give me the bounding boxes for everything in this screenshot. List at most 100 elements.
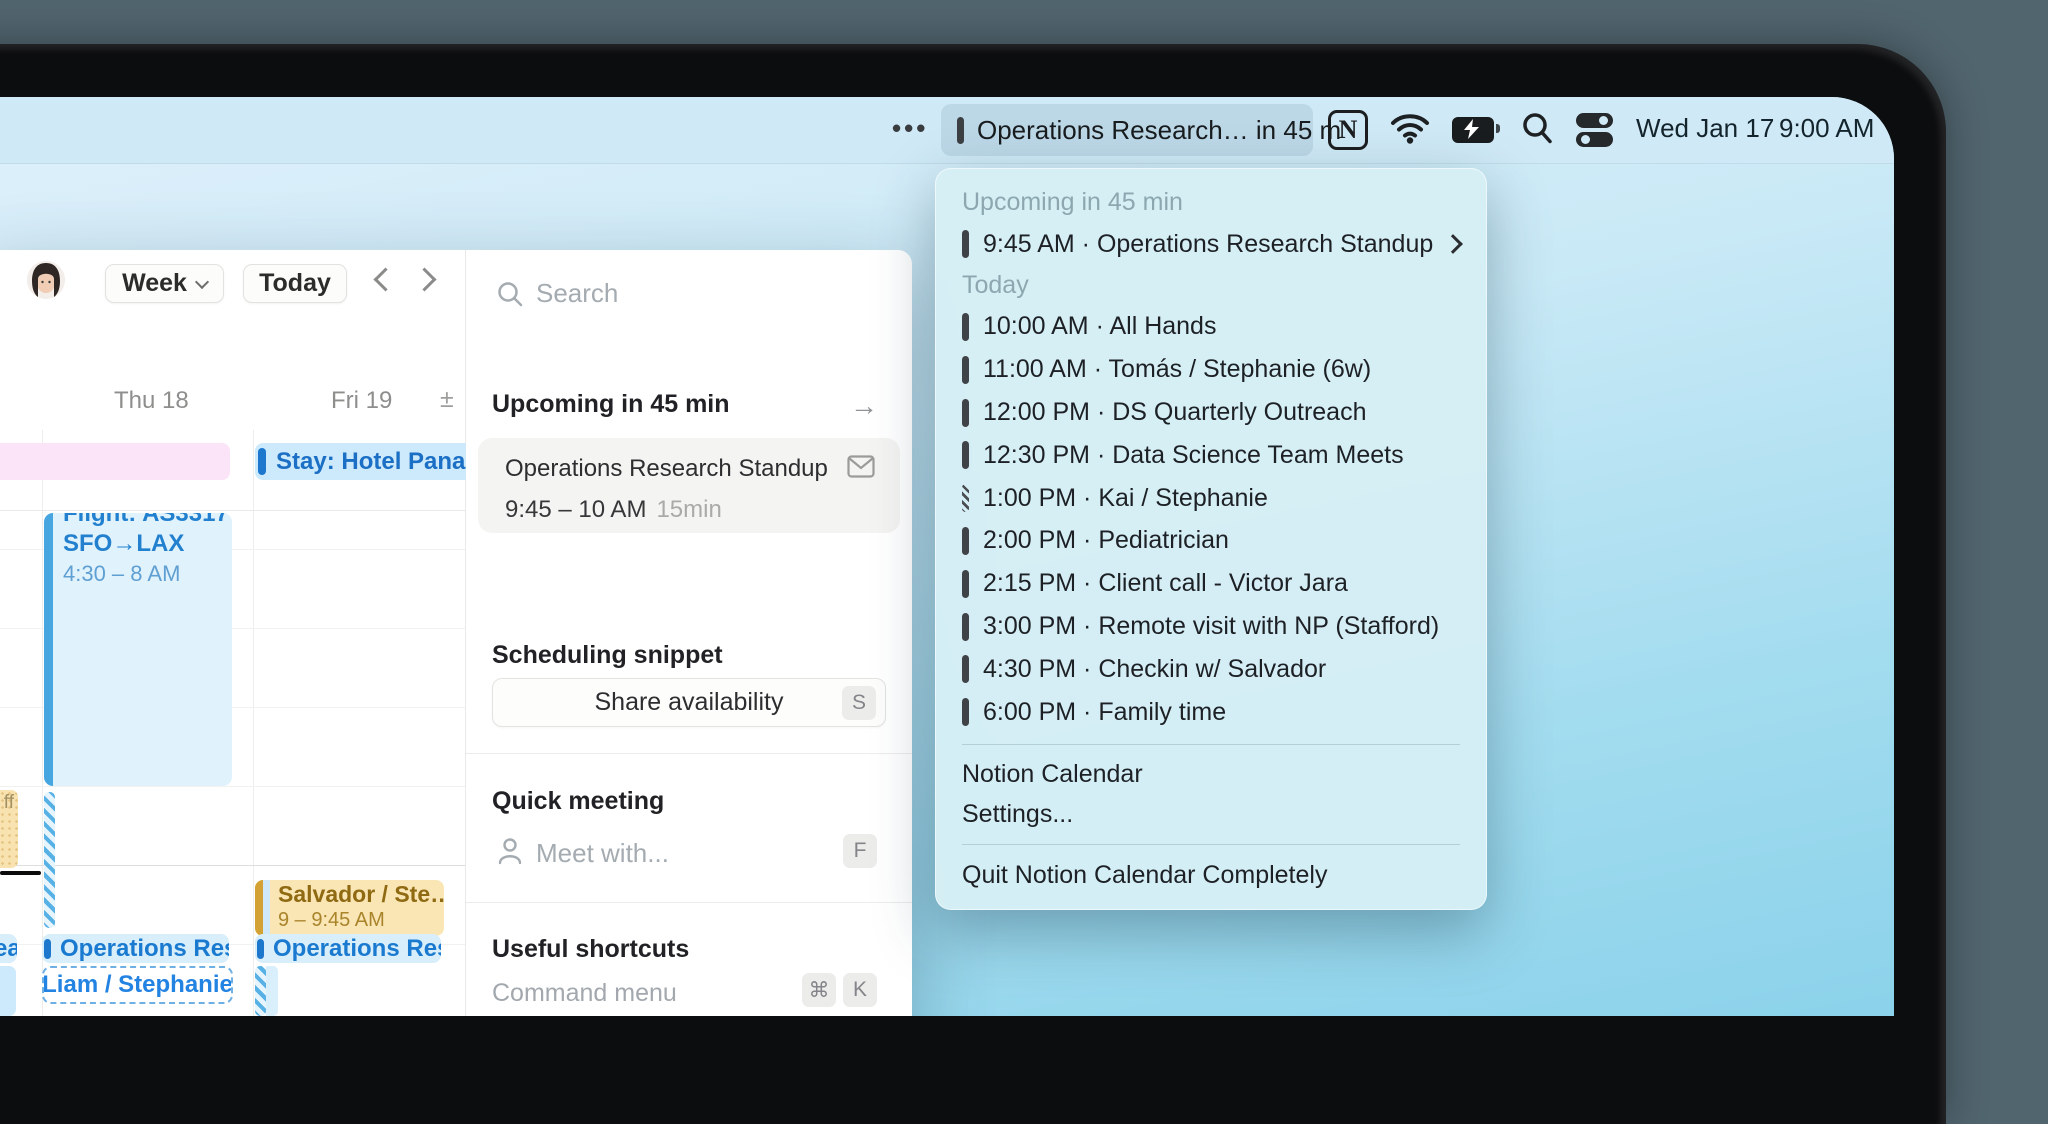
- charging-bolt-icon: [1464, 119, 1479, 139]
- open-upcoming-arrow-icon[interactable]: →: [850, 390, 878, 422]
- event-salvador[interactable]: Salvador / Ste… 9 – 9:45 AM: [255, 880, 444, 936]
- event-bar-icon: [962, 398, 969, 427]
- battery-charging-icon[interactable]: [1452, 117, 1500, 143]
- event-title: Salvador / Ste…: [278, 881, 444, 907]
- view-selector-button[interactable]: Week: [105, 264, 224, 303]
- person-icon: [498, 838, 522, 865]
- upcoming-heading: Upcoming in 45 min: [492, 390, 730, 418]
- overlap-event-sliver: [263, 880, 270, 936]
- grid-line: [0, 510, 465, 511]
- dropdown-item-label: 12:00 PM · DS Quarterly Outreach: [983, 398, 1367, 426]
- dropdown-item[interactable]: 11:00 AM · Tomás / Stephanie (6w): [936, 348, 1486, 391]
- event-bar-icon: [962, 441, 969, 470]
- dropdown-item[interactable]: 10:00 AM · All Hands: [936, 305, 1486, 348]
- dropdown-item[interactable]: 1:00 PM · Kai / Stephanie: [936, 477, 1486, 520]
- event-ops-fri[interactable]: Operations Resea: [255, 934, 441, 963]
- timezone-toggle-icon[interactable]: ±: [440, 385, 454, 414]
- dropdown-item[interactable]: 6:00 PM · Family time: [936, 691, 1486, 734]
- menu-item-quit[interactable]: Quit Notion Calendar Completely: [936, 855, 1486, 895]
- event-liam-stephanie[interactable]: Liam / Stephanie: [42, 966, 233, 1004]
- dropdown-item-label: 11:00 AM · Tomás / Stephanie (6w): [983, 355, 1372, 384]
- notion-calendar-menu-dropdown: Upcoming in 45 min 9:45 AM · Operations …: [935, 168, 1487, 910]
- day-header-thu[interactable]: Thu 18: [114, 387, 189, 415]
- event-time: 4:30 – 8 AM: [63, 561, 181, 586]
- grid-line: [42, 430, 43, 1016]
- day-header-fri[interactable]: Fri 19: [331, 387, 392, 415]
- screen: ••• Operations Research… in 45 m N Wed J…: [0, 97, 1894, 1016]
- share-availability-button[interactable]: Share availability S: [492, 678, 886, 727]
- view-selector-label: Week: [122, 269, 187, 297]
- dropdown-item-label: 2:00 PM · Pediatrician: [983, 526, 1229, 555]
- notion-icon[interactable]: N: [1328, 110, 1368, 150]
- event-flight[interactable]: Flight: AS3317 SFO→LAX 4:30 – 8 AM: [44, 513, 232, 786]
- chevron-right-icon: [1443, 234, 1463, 255]
- event-title: Stay: Hotel Panamer: [276, 447, 466, 475]
- battery-nub: [1496, 124, 1500, 133]
- dropdown-item-featured[interactable]: 9:45 AM · Operations Research Standup: [936, 223, 1486, 266]
- event-bar-icon: [962, 526, 969, 555]
- search-input[interactable]: [534, 277, 828, 310]
- dropdown-item[interactable]: 4:30 PM · Checkin w/ Salvador: [936, 648, 1486, 691]
- avatar-illustration: [27, 261, 65, 299]
- scheduling-snippet-heading: Scheduling snippet: [492, 641, 723, 669]
- event-bar-icon: [962, 355, 969, 384]
- event-bar-icon: [962, 612, 969, 641]
- divider: [466, 753, 912, 754]
- card-event-time: 9:45 – 10 AM: [505, 496, 647, 523]
- menu-divider: [962, 743, 1460, 745]
- toggle-knob: [1581, 135, 1590, 144]
- event-bar-icon: [962, 655, 969, 684]
- all-day-event-stay[interactable]: Stay: Hotel Panamer: [255, 443, 466, 480]
- menubar-time[interactable]: 9:00 AM: [1779, 113, 1874, 144]
- menu-bar: ••• Operations Research… in 45 m N Wed J…: [0, 97, 1894, 164]
- today-button[interactable]: Today: [243, 264, 347, 303]
- event-time: 9 – 9:45 AM: [278, 909, 385, 931]
- event-accent-bar: [258, 448, 266, 475]
- event-hold-hatched-thu[interactable]: [44, 792, 55, 928]
- avatar[interactable]: [27, 261, 65, 299]
- menu-item-settings[interactable]: Settings...: [936, 794, 1486, 834]
- share-availability-label: Share availability: [594, 688, 784, 716]
- event-bar-icon: [957, 116, 964, 144]
- dropdown-item[interactable]: 2:15 PM · Client call - Victor Jara: [936, 562, 1486, 605]
- dropdown-item-label: 1:00 PM · Kai / Stephanie: [983, 483, 1268, 512]
- menubar-overflow-icon[interactable]: •••: [892, 113, 928, 144]
- event-title: Operations Resea: [60, 934, 229, 962]
- dropdown-item[interactable]: 3:00 PM · Remote visit with NP (Stafford…: [936, 605, 1486, 648]
- meet-with-input[interactable]: [534, 837, 828, 870]
- grid-line: [0, 865, 465, 866]
- event-accent-bar: [44, 938, 51, 959]
- all-day-event-pink[interactable]: [0, 443, 230, 480]
- wifi-icon[interactable]: [1390, 111, 1430, 145]
- search-icon: [498, 282, 523, 307]
- toggle-knob: [1599, 116, 1608, 125]
- menu-item-open-notion-calendar[interactable]: Notion Calendar: [936, 755, 1486, 795]
- event-ops-clipped[interactable]: ea: [0, 934, 17, 963]
- event-clipped-yellow[interactable]: ff: [0, 790, 18, 868]
- dropdown-item-label: 9:45 AM · Operations Research Standup: [983, 229, 1434, 258]
- event-hold-hatched-fri[interactable]: [255, 966, 266, 1016]
- email-icon[interactable]: [847, 455, 875, 478]
- dropdown-item[interactable]: 12:00 PM · DS Quarterly Outreach: [936, 391, 1486, 434]
- event-hold-body-fri: [266, 966, 278, 1016]
- event-bar-icon: [962, 698, 969, 727]
- dropdown-section-upcoming: Upcoming in 45 min: [962, 188, 1183, 217]
- menubar-item-label: Operations Research… in 45 m: [977, 114, 1342, 145]
- spotlight-search-icon[interactable]: [1522, 112, 1554, 146]
- event-bar-icon: [962, 569, 969, 598]
- chevron-down-icon: [194, 274, 209, 289]
- dropdown-item-label: 6:00 PM · Family time: [983, 697, 1227, 726]
- upcoming-event-card[interactable]: Operations Research Standup 9:45 – 10 AM…: [478, 438, 900, 533]
- menubar-date[interactable]: Wed Jan 17: [1636, 113, 1774, 144]
- event-clipped-blue[interactable]: [0, 966, 16, 1016]
- dropdown-item[interactable]: 2:00 PM · Pediatrician: [936, 520, 1486, 563]
- divider: [466, 902, 912, 903]
- event-accent-bar: [257, 938, 264, 959]
- event-ops-thu[interactable]: Operations Resea: [42, 934, 229, 963]
- event-title: Flight: AS3317: [63, 513, 229, 527]
- dropdown-section-today: Today: [962, 271, 1029, 300]
- control-center-icon[interactable]: [1576, 113, 1613, 147]
- event-bar-striped-icon: [962, 484, 969, 513]
- dropdown-item[interactable]: 12:30 PM · Data Science Team Meets: [936, 434, 1486, 477]
- menubar-notion-calendar-item[interactable]: Operations Research… in 45 m: [941, 104, 1341, 156]
